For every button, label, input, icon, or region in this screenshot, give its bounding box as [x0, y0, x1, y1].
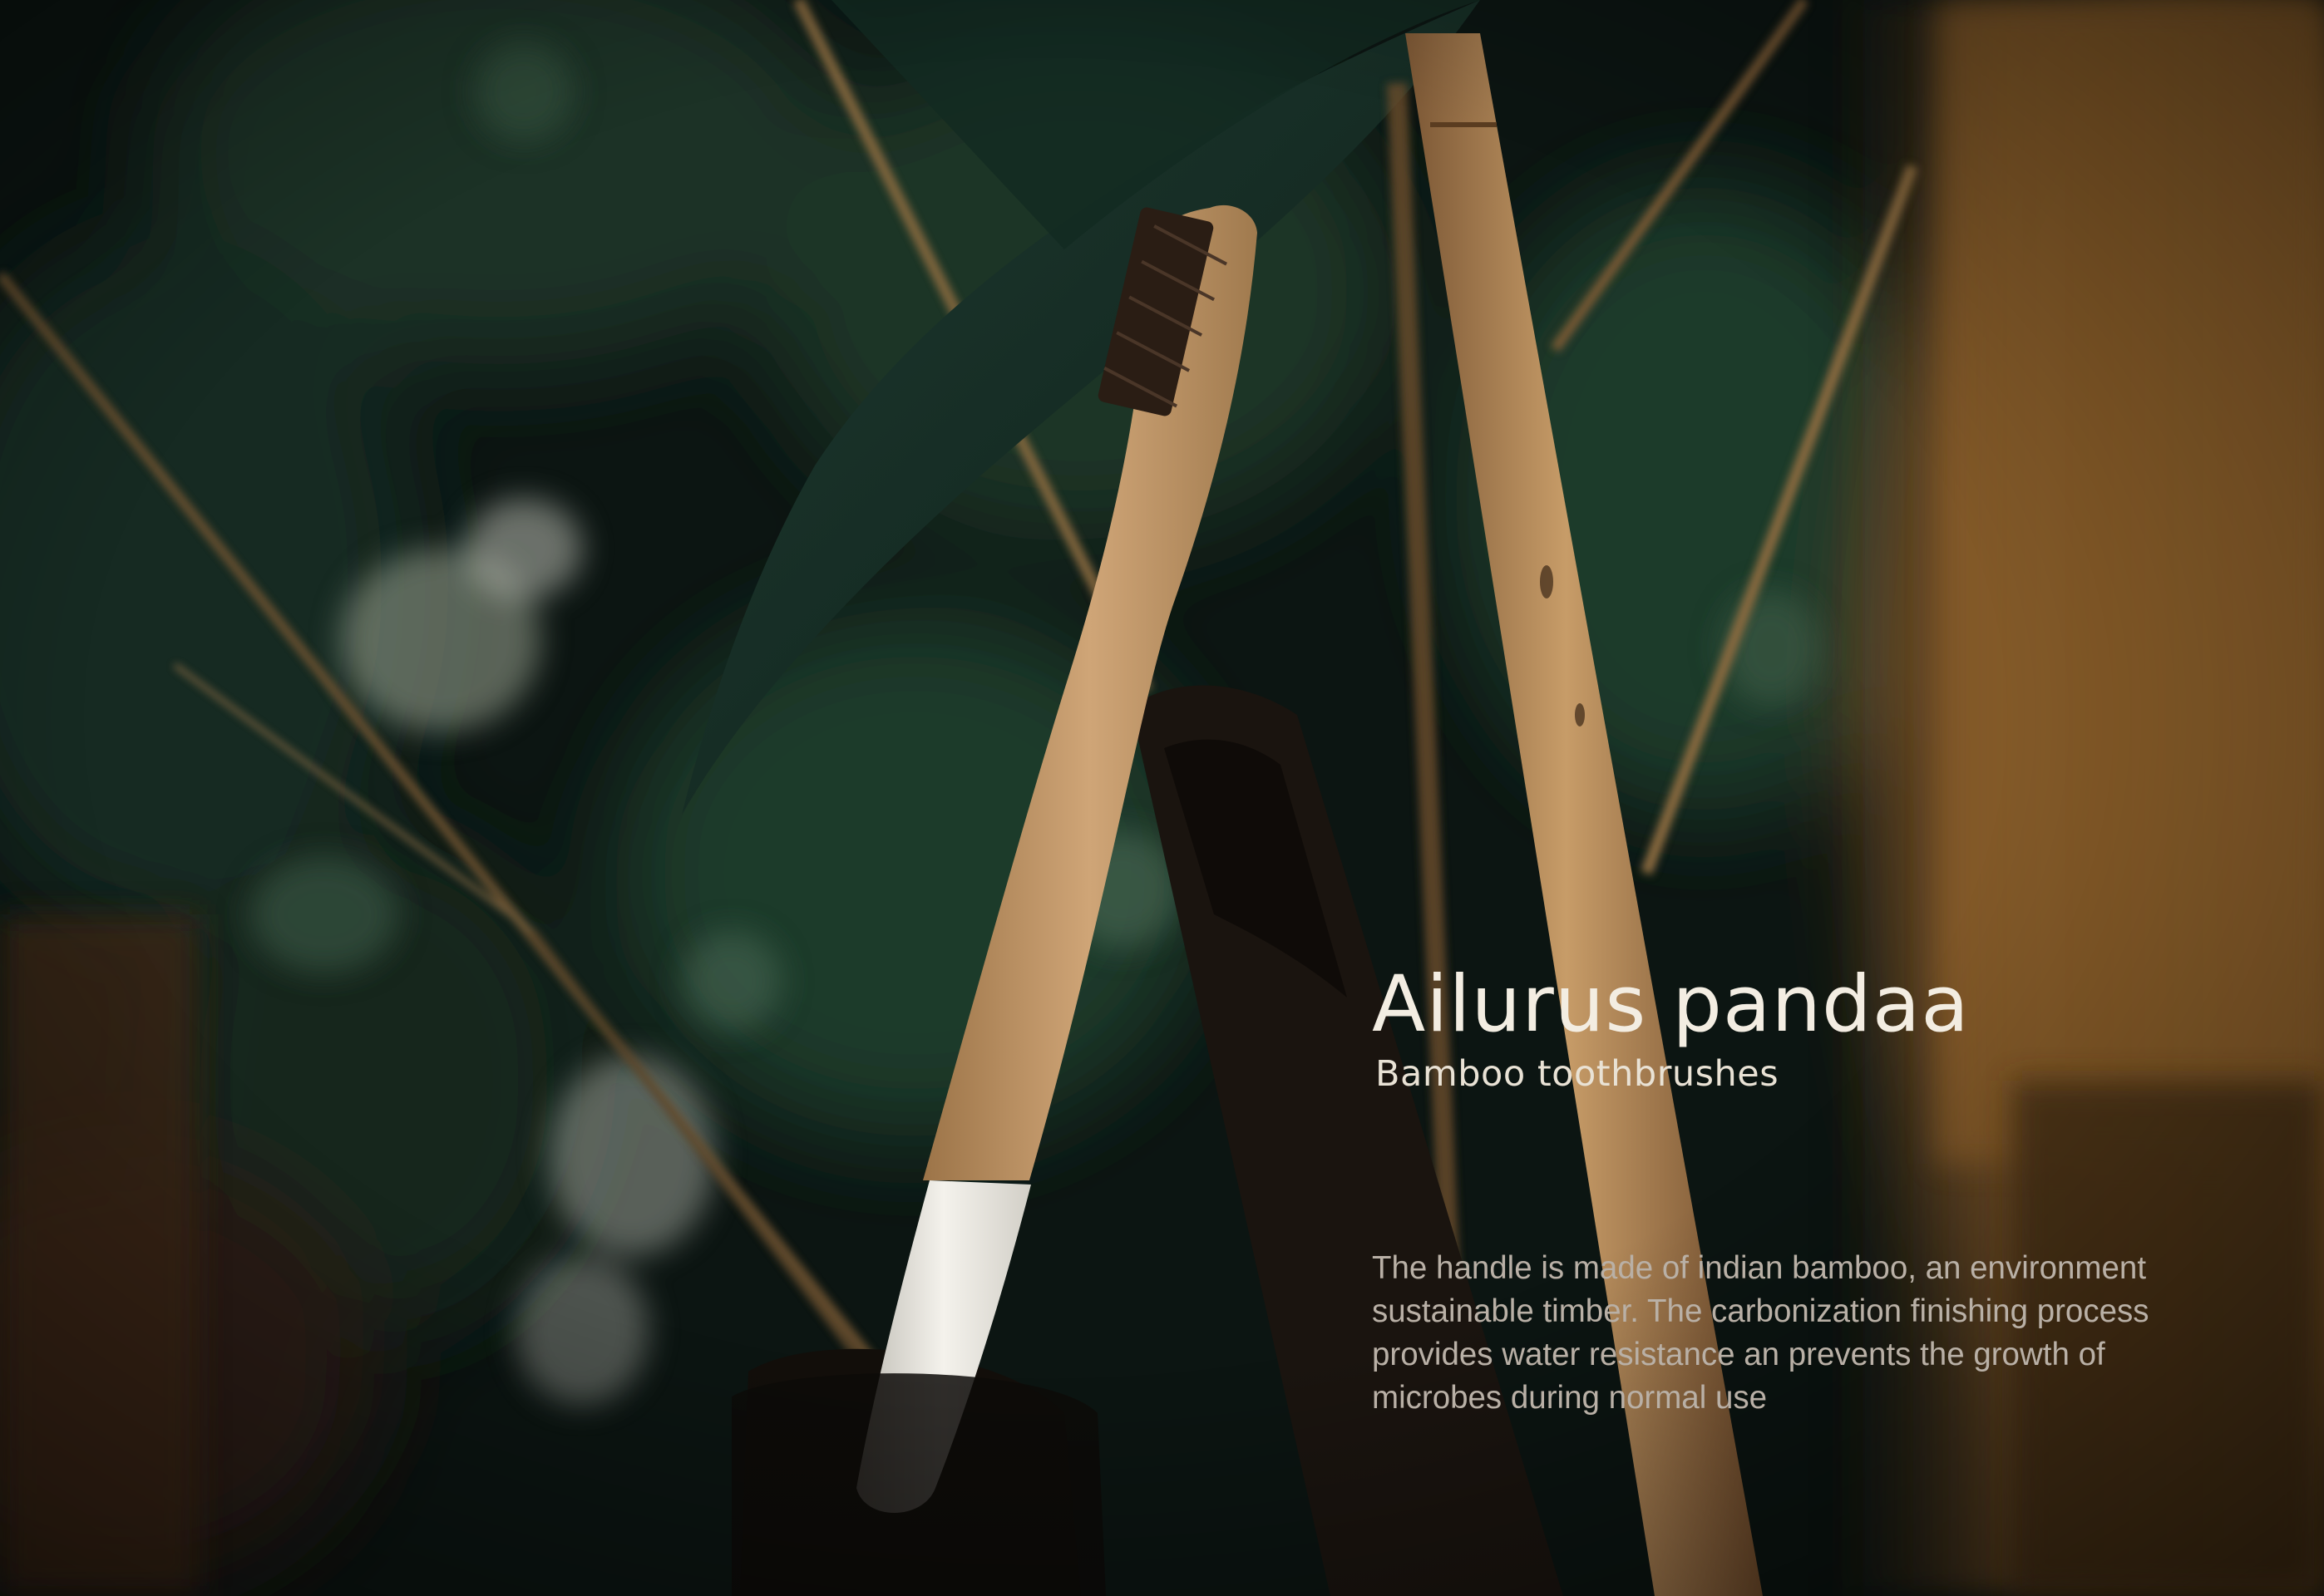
product-description: The handle is made of indian bamboo, an … — [1372, 1250, 2149, 1416]
product-subtitle: Bamboo toothbrushes — [1375, 1052, 1779, 1095]
product-heading: Ailurus pandaa Bamboo toothbrushes — [1372, 959, 2203, 1095]
product-title: Ailurus pandaa — [1372, 959, 1970, 1050]
